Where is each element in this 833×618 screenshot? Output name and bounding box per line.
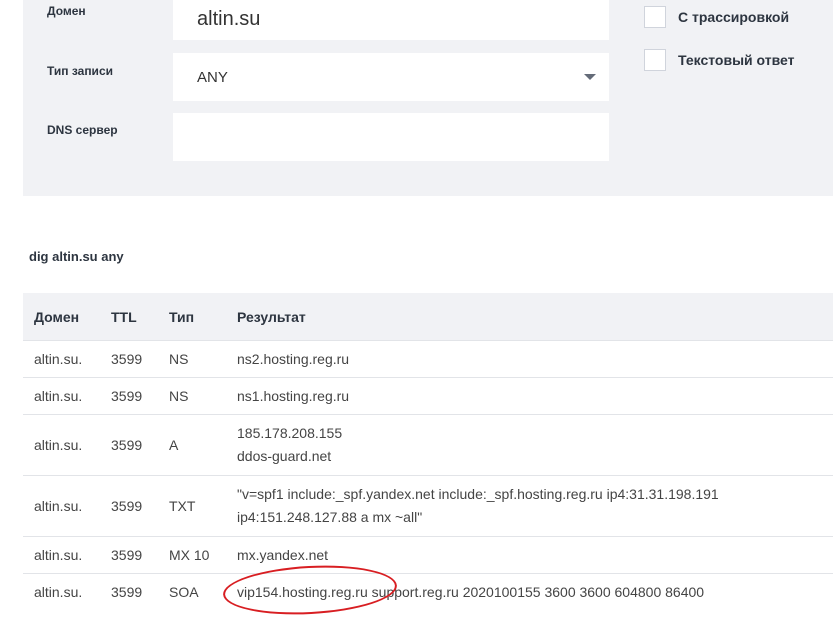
dns-query-form: Домен altin.su Тип записи ANY DNS сервер… [23, 0, 833, 196]
dns-server-label: DNS сервер [47, 123, 118, 137]
result-line: ns2.hosting.reg.ru [237, 350, 350, 367]
cell-result: mx.yandex.net [237, 536, 833, 574]
result-line: ddos-guard.net [237, 448, 332, 464]
result-line: "v=spf1 include:_spf.yandex.net include:… [237, 486, 719, 502]
cell-ttl: 3599 [111, 573, 169, 611]
trace-checkbox-label: С трассировкой [678, 9, 790, 25]
cell-result: ns1.hosting.reg.ru [237, 377, 833, 415]
cell-result: ns2.hosting.reg.ru [237, 340, 833, 378]
cell-ttl: 3599 [111, 340, 169, 378]
result-line: vip154.hosting.reg.ru [237, 583, 368, 600]
cell-type: TXT [169, 475, 237, 537]
cell-domain: altin.su. [23, 573, 111, 611]
record-type-label: Тип записи [47, 64, 113, 78]
result-line: 185.178.208.155 [237, 425, 343, 441]
chevron-down-icon [584, 74, 596, 80]
table-header-row: Домен TTL Тип Результат [23, 293, 833, 341]
table-row: altin.su. 3599 TXT "v=spf1 include:_spf.… [23, 475, 833, 537]
result-line: ns1.hosting.reg.ru [237, 387, 350, 404]
domain-input-value: altin.su [197, 7, 261, 30]
text-answer-option[interactable]: Текстовый ответ [644, 49, 794, 71]
table-row: altin.su. 3599 NS ns2.hosting.reg.ru [23, 340, 833, 378]
record-type-select[interactable]: ANY [173, 53, 609, 101]
result-line: mx.yandex.net [237, 546, 329, 563]
trace-checkbox[interactable] [644, 6, 666, 28]
text-answer-checkbox-label: Текстовый ответ [678, 52, 795, 68]
cell-type: SOA [169, 573, 237, 611]
header-ttl: TTL [111, 293, 169, 341]
header-result: Результат [237, 293, 833, 341]
cell-ttl: 3599 [111, 377, 169, 415]
domain-label: Домен [47, 4, 86, 18]
cell-result: vip154.hosting.reg.ru support.reg.ru 202… [221, 561, 833, 618]
result-line: ip4:151.248.127.88 a mx ~all" [237, 509, 423, 525]
header-domain: Домен [23, 293, 111, 341]
cell-result: 185.178.208.155 ddos-guard.net [237, 414, 833, 476]
table-row: altin.su. 3599 MX 10 mx.yandex.net [23, 536, 833, 574]
cell-domain: altin.su. [23, 340, 111, 378]
cell-domain: altin.su. [23, 414, 111, 476]
text-answer-checkbox[interactable] [644, 49, 666, 71]
cell-type: NS [169, 377, 237, 415]
result-line: support.reg.ru 2020100155 3600 3600 6048… [367, 583, 705, 600]
trace-option[interactable]: С трассировкой [644, 6, 789, 28]
highlighted-nameserver: vip154.hosting.reg.ru [221, 561, 399, 618]
cell-domain: altin.su. [23, 377, 111, 415]
dns-server-input[interactable] [173, 113, 609, 161]
record-type-value: ANY [197, 68, 228, 86]
cell-domain: altin.su. [23, 536, 111, 574]
dns-results-table: Домен TTL Тип Результат altin.su. 3599 N… [23, 293, 833, 618]
cell-type: NS [169, 340, 237, 378]
table-row: altin.su. 3599 SOA vip154.hosting.reg.ru… [23, 561, 833, 618]
header-type: Тип [169, 293, 237, 341]
cell-ttl: 3599 [111, 536, 169, 574]
cell-domain: altin.su. [23, 475, 111, 537]
dig-command: dig altin.su any [29, 249, 124, 264]
cell-ttl: 3599 [111, 414, 169, 476]
table-row: altin.su. 3599 NS ns1.hosting.reg.ru [23, 377, 833, 415]
cell-ttl: 3599 [111, 475, 169, 537]
cell-result: "v=spf1 include:_spf.yandex.net include:… [237, 475, 833, 537]
cell-type: A [169, 414, 237, 476]
domain-input[interactable]: altin.su [173, 0, 609, 40]
cell-type: MX 10 [169, 536, 237, 574]
table-row: altin.su. 3599 A 185.178.208.155 ddos-gu… [23, 414, 833, 476]
